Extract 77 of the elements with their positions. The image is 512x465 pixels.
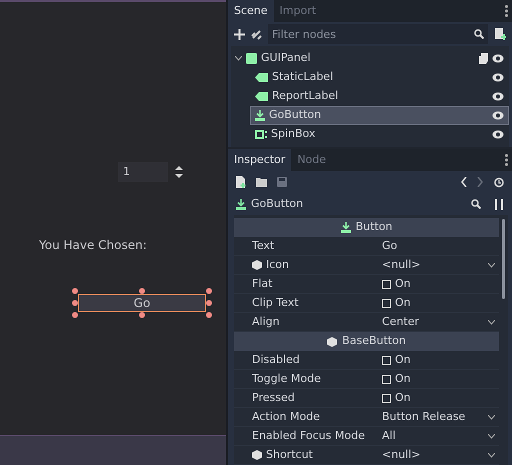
spin-arrows-icon[interactable] [175,166,183,178]
dropdown-value[interactable]: <null> [382,256,484,274]
visibility-icon[interactable] [492,73,504,82]
folder-icon[interactable] [256,177,267,187]
property-name: Align [252,314,280,330]
visibility-icon[interactable] [492,111,504,120]
go-button[interactable]: Go [78,294,206,312]
checkbox-label: On [395,276,411,292]
button-node-icon [340,222,351,233]
visibility-icon[interactable] [492,92,504,101]
script-add-icon[interactable] [494,28,506,40]
panel-node-icon [246,53,257,64]
more-options-icon[interactable] [505,5,508,17]
property-name: Shortcut [266,446,313,463]
cube-icon [252,260,262,270]
scrollbar[interactable] [502,219,505,299]
back-icon[interactable] [461,177,467,187]
visibility-icon[interactable] [492,54,504,63]
property-name: Icon [266,256,289,273]
label-node-icon [255,92,268,101]
checkbox[interactable] [382,280,391,288]
dropdown-value[interactable]: Button Release [382,408,484,426]
checkbox-label: On [395,294,411,311]
text-value: Go [382,238,398,254]
tab[interactable]: Inspector [228,149,292,171]
property-name: Pressed [252,390,295,406]
dropdown-value[interactable]: Center [382,314,484,330]
tree-item[interactable]: StaticLabel [250,68,509,87]
checkbox-label: On [395,352,411,368]
tree-item[interactable]: GUIPanel [231,49,509,68]
script-icon[interactable] [479,53,488,64]
tab[interactable]: Scene [228,0,274,22]
property-name: Disabled [252,352,300,368]
dropdown-value[interactable]: <null> [382,446,484,464]
search-icon[interactable] [471,199,481,209]
checkbox[interactable] [382,394,391,402]
checkbox-label: On [395,390,411,406]
node-name: GoButton [251,196,304,212]
search-icon[interactable] [474,29,484,39]
filter-field[interactable]: Filter nodes [268,24,488,44]
forward-icon[interactable] [477,177,483,187]
cube-icon [327,336,338,346]
more-options-icon[interactable] [505,154,508,166]
node-name: GoButton [269,107,322,124]
property-name: Enabled Focus Mode [252,428,365,444]
spinbox-node-icon [255,130,267,139]
selection-handles-icon [72,288,212,318]
tree-item[interactable]: SpinBox [250,125,509,144]
label-node-icon [255,73,268,82]
section-header[interactable]: BaseButton [234,332,499,351]
property-name: Clip Text [252,294,299,311]
property-name: Action Mode [252,408,320,425]
new-resource-icon[interactable] [236,176,246,188]
add-icon[interactable] [234,28,245,40]
tree-item[interactable]: GoButton [250,106,509,125]
dropdown-value[interactable]: All [382,428,484,444]
history-icon[interactable] [493,176,504,188]
node-name: ReportLabel [272,88,340,104]
spinbox-field[interactable]: 1 [118,162,168,182]
node-name: SpinBox [271,126,316,142]
save-icon[interactable] [277,177,287,187]
property-name: Flat [252,276,272,292]
tree-item[interactable]: ReportLabel [250,87,509,106]
cube-icon [252,450,262,460]
checkbox[interactable] [382,356,391,364]
checkbox-label: On [395,370,411,387]
property-name: Toggle Mode [252,370,321,387]
checkbox[interactable] [382,298,391,308]
section-header[interactable]: Button [234,218,499,237]
button-node-icon [236,198,246,210]
label-text: You Have Chosen: [39,237,147,254]
visibility-icon[interactable] [492,130,504,139]
button-node-icon [255,110,265,121]
checkbox[interactable] [382,374,391,384]
node-name: StaticLabel [272,69,334,86]
node-name: GUIPanel [261,50,312,66]
property-name: Text [252,238,274,254]
